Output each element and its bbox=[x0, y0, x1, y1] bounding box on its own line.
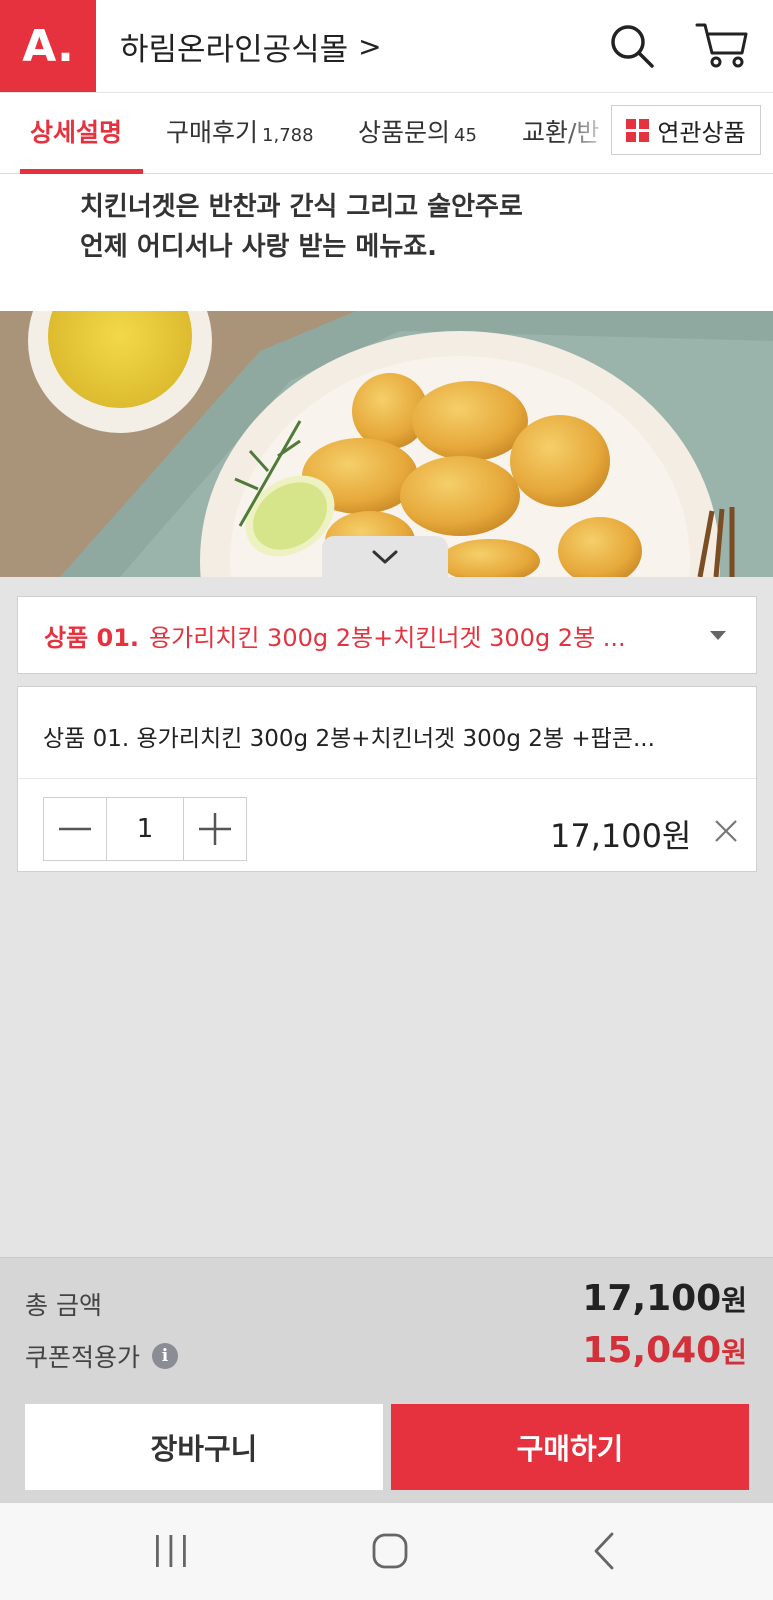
total-price-unit: 원 bbox=[721, 1284, 747, 1317]
app-header: A. 하림온라인공식몰 > bbox=[0, 0, 773, 92]
coupon-label-text: 쿠폰적용가 bbox=[25, 1343, 141, 1372]
chevron-right-icon: > bbox=[358, 30, 382, 63]
increase-button[interactable] bbox=[184, 798, 246, 860]
related-products-label: 연관상품 bbox=[657, 118, 746, 147]
collapse-toggle[interactable] bbox=[322, 536, 448, 578]
tab-label: 상품문의 bbox=[358, 118, 451, 147]
system-nav-bar bbox=[0, 1503, 773, 1600]
search-icon[interactable] bbox=[608, 22, 656, 70]
tab-fade bbox=[560, 93, 612, 173]
selected-item-card: 상품 01. 용가리치킨 300g 2봉+치킨너겟 300g 2봉 +팝콘...… bbox=[17, 686, 757, 872]
tab-count: 1,788 bbox=[262, 125, 314, 146]
tab-label: 상세설명 bbox=[30, 118, 123, 147]
decrease-button[interactable] bbox=[44, 798, 106, 860]
related-products-button[interactable]: 연관상품 bbox=[611, 105, 761, 155]
tab-qna[interactable]: 상품문의 45 bbox=[358, 113, 477, 149]
chevron-down-icon bbox=[372, 550, 398, 564]
total-label: 총 금액 bbox=[25, 1286, 102, 1322]
option-prefix: 상품 01. bbox=[44, 623, 140, 652]
tab-reviews[interactable]: 구매후기 1,788 bbox=[166, 113, 314, 149]
cart-icon[interactable] bbox=[694, 20, 750, 70]
dropdown-arrow-icon bbox=[710, 631, 726, 640]
coupon-price-label: 쿠폰적용가 i bbox=[25, 1338, 179, 1374]
quantity-value[interactable]: 1 bbox=[106, 798, 184, 860]
detail-tabs: 상세설명 구매후기1,788 상품문의45 교환/반 연관상품 bbox=[0, 92, 773, 174]
tab-label: 구매후기 bbox=[166, 118, 259, 147]
close-icon[interactable] bbox=[714, 819, 738, 843]
coupon-price: 15,040원 bbox=[582, 1330, 747, 1371]
back-icon[interactable] bbox=[592, 1531, 616, 1571]
coupon-price-unit: 원 bbox=[721, 1336, 747, 1369]
minus-icon bbox=[59, 827, 91, 831]
option-text: 용가리치킨 300g 2봉+치킨너겟 300g 2봉 ... bbox=[149, 623, 626, 652]
coupon-price-value: 15,040 bbox=[582, 1330, 722, 1371]
item-price: 17,100원 bbox=[550, 817, 692, 855]
description-line: 언제 어디서나 사랑 받는 메뉴죠. bbox=[80, 232, 438, 262]
product-page: A. 하림온라인공식몰 > 상세설명 구매후기1,788 상품문의45 교환/반 bbox=[0, 0, 773, 1600]
recent-apps-icon[interactable] bbox=[154, 1533, 188, 1569]
store-link[interactable]: 하림온라인공식몰 > bbox=[120, 24, 382, 69]
description-line: 치킨너겟은 반찬과 간식 그리고 술안주로 bbox=[80, 192, 523, 222]
add-to-cart-button[interactable]: 장바구니 bbox=[25, 1404, 383, 1490]
option-select[interactable]: 상품 01. 용가리치킨 300g 2봉+치킨너겟 300g 2봉 ... bbox=[17, 596, 757, 674]
tab-count: 45 bbox=[454, 125, 477, 146]
grid-icon bbox=[626, 118, 650, 142]
selected-item-name: 상품 01. 용가리치킨 300g 2봉+치킨너겟 300g 2봉 +팝콘... bbox=[43, 726, 655, 752]
plus-icon bbox=[199, 813, 231, 845]
total-price: 17,100원 bbox=[582, 1278, 747, 1319]
buy-now-button[interactable]: 구매하기 bbox=[391, 1404, 749, 1490]
store-name: 하림온라인공식몰 bbox=[120, 32, 349, 68]
order-summary: 총 금액 17,100원 쿠폰적용가 i 15,040원 장바구니 구매하기 bbox=[0, 1257, 773, 1503]
home-icon[interactable] bbox=[372, 1533, 408, 1569]
quantity-stepper: 1 bbox=[43, 797, 247, 861]
total-price-value: 17,100 bbox=[582, 1278, 722, 1319]
total-label-text: 총 금액 bbox=[25, 1291, 102, 1320]
info-icon[interactable]: i bbox=[152, 1343, 179, 1369]
brand-logo[interactable]: A. bbox=[0, 0, 96, 92]
divider bbox=[18, 778, 756, 779]
product-description: 치킨너겟은 반찬과 간식 그리고 술안주로 언제 어디서나 사랑 받는 메뉴죠. bbox=[0, 174, 773, 311]
tab-details[interactable]: 상세설명 bbox=[30, 113, 122, 149]
